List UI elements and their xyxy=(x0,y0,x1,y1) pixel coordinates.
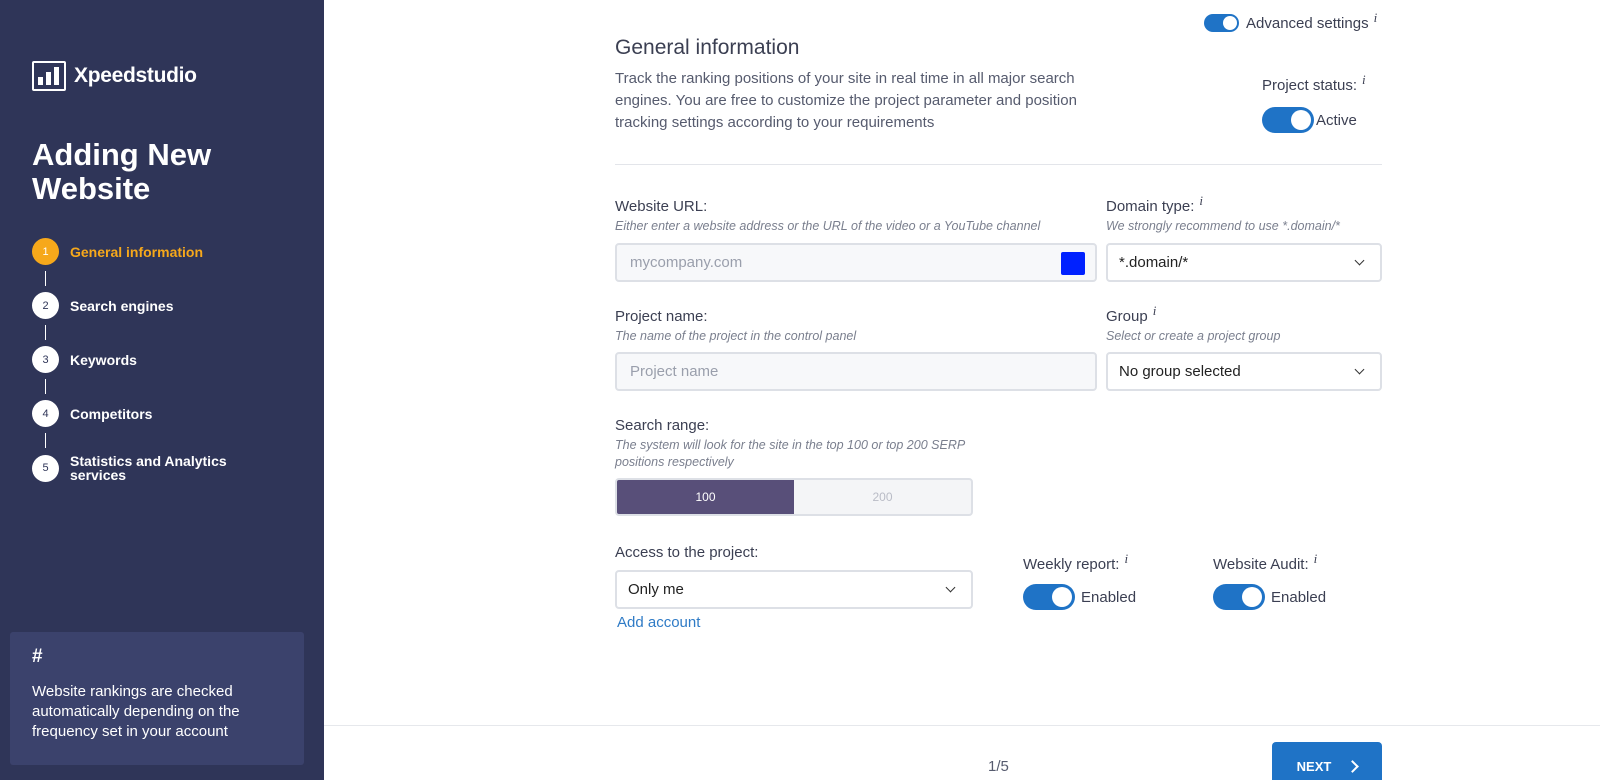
step-connector xyxy=(45,325,46,340)
advanced-settings-toggle[interactable]: Advanced settings i xyxy=(1204,10,1377,32)
next-button-label: NEXT xyxy=(1296,758,1332,774)
domain-type-label: Domain type: i xyxy=(1106,193,1203,215)
step-label: Keywords xyxy=(70,351,137,368)
step-connector xyxy=(45,379,46,394)
project-name-label-text: Project name: xyxy=(615,308,708,325)
step-connector xyxy=(45,433,46,448)
chevron-down-icon xyxy=(1354,255,1365,266)
step-number: 1 xyxy=(32,238,59,265)
weekly-report-label: Weekly report: i xyxy=(1023,551,1128,573)
section-description: Track the ranking positions of your site… xyxy=(615,70,1077,131)
project-status-toggle[interactable]: Active xyxy=(1262,107,1357,133)
website-audit-label-text: Website Audit: xyxy=(1213,556,1309,573)
add-account-link[interactable]: Add account xyxy=(617,614,700,631)
divider xyxy=(615,164,1382,165)
step-general-information[interactable]: 1 General information xyxy=(32,238,250,265)
step-search-engines[interactable]: 2 Search engines xyxy=(32,292,250,319)
advanced-settings-label: Advanced settings xyxy=(1246,14,1369,32)
section-title: General information xyxy=(615,36,800,59)
step-label: Statistics and Analytics services xyxy=(70,453,227,483)
website-url-input[interactable]: mycompany.com xyxy=(615,243,1097,282)
project-name-placeholder: Project name xyxy=(630,363,719,380)
step-statistics-analytics[interactable]: 5 Statistics and Analytics services xyxy=(32,454,250,482)
step-number: 5 xyxy=(32,454,59,482)
access-value: Only me xyxy=(628,581,684,598)
weekly-report-value: Enabled xyxy=(1081,588,1137,606)
chevron-down-icon xyxy=(945,582,956,593)
project-name-hint: The name of the project in the control p… xyxy=(615,329,857,343)
step-connector xyxy=(45,271,46,286)
project-status-text: Project status: xyxy=(1262,77,1358,94)
group-hint: Select or create a project group xyxy=(1106,329,1281,343)
project-status-label: Project status: i xyxy=(1262,72,1366,94)
footer-bar: 1/5 NEXT xyxy=(324,725,1600,780)
domain-type-hint: We strongly recommend to use *.domain/* xyxy=(1106,219,1340,233)
tip-text: Website rankings are checked automatical… xyxy=(32,683,240,740)
chevron-down-icon xyxy=(1354,364,1365,375)
info-icon[interactable]: i xyxy=(1199,193,1203,210)
group-select[interactable]: No group selected xyxy=(1106,352,1382,391)
next-button[interactable]: NEXT xyxy=(1272,742,1382,780)
website-audit-label: Website Audit: i xyxy=(1213,551,1317,573)
step-label: General information xyxy=(70,243,204,260)
toggle-switch[interactable] xyxy=(1213,584,1265,610)
website-url-label: Website URL: xyxy=(615,198,707,215)
website-url-hint: Either enter a website address or the UR… xyxy=(615,219,1041,233)
sidebar-title: Adding New Website xyxy=(32,137,212,206)
step-number: 2 xyxy=(32,292,59,319)
step-competitors[interactable]: 4 Competitors xyxy=(32,400,250,427)
hash-icon: # xyxy=(32,646,43,667)
step-label: Search engines xyxy=(70,297,174,314)
search-range-label-text: Search range: xyxy=(615,417,710,434)
page-indicator: 1/5 xyxy=(988,758,1009,775)
website-audit-toggle[interactable]: Enabled xyxy=(1213,584,1326,610)
domain-type-value: *.domain/* xyxy=(1119,254,1189,271)
domain-type-select[interactable]: *.domain/* xyxy=(1106,243,1382,282)
bar-chart-icon xyxy=(32,61,66,91)
weekly-report-toggle[interactable]: Enabled xyxy=(1023,584,1136,610)
logo: Xpeedstudio xyxy=(32,61,197,91)
sidebar: Xpeedstudio Adding New Website 1 General… xyxy=(0,0,324,780)
info-icon[interactable]: i xyxy=(1153,303,1157,320)
project-name-label: Project name: xyxy=(615,308,708,325)
access-label: Access to the project: xyxy=(615,544,758,561)
range-option-200[interactable]: 200 xyxy=(794,480,971,514)
step-number: 3 xyxy=(32,346,59,373)
toggle-switch[interactable] xyxy=(1204,14,1239,32)
range-option-100[interactable]: 100 xyxy=(617,480,794,514)
access-label-text: Access to the project: xyxy=(615,544,759,561)
domain-type-label-text: Domain type: xyxy=(1106,198,1195,215)
info-icon[interactable]: i xyxy=(1124,551,1128,568)
step-number: 4 xyxy=(32,400,59,427)
info-icon[interactable]: i xyxy=(1374,10,1378,26)
tip-box: # Website rankings are checked automatic… xyxy=(10,632,304,765)
website-audit-value: Enabled xyxy=(1271,588,1327,606)
access-select[interactable]: Only me xyxy=(615,570,973,609)
search-range-hint: The system will look for the site in the… xyxy=(615,438,965,469)
main-content: Advanced settings i General information … xyxy=(324,0,1600,780)
step-label: Competitors xyxy=(70,405,153,422)
website-url-label-text: Website URL: xyxy=(615,198,708,215)
step-keywords[interactable]: 3 Keywords xyxy=(32,346,250,373)
toggle-switch[interactable] xyxy=(1023,584,1075,610)
project-name-input[interactable]: Project name xyxy=(615,352,1097,391)
weekly-report-label-text: Weekly report: xyxy=(1023,556,1120,573)
chevron-right-icon xyxy=(1346,759,1360,773)
color-swatch[interactable] xyxy=(1061,252,1085,275)
website-url-placeholder: mycompany.com xyxy=(630,254,743,271)
group-value: No group selected xyxy=(1119,363,1241,380)
step-list: 1 General information 2 Search engines 3… xyxy=(32,238,250,482)
toggle-switch[interactable] xyxy=(1262,107,1314,133)
logo-text: Xpeedstudio xyxy=(74,64,197,87)
search-range-label: Search range: xyxy=(615,417,709,434)
group-label: Group i xyxy=(1106,303,1156,325)
info-icon[interactable]: i xyxy=(1362,72,1366,89)
info-icon[interactable]: i xyxy=(1314,551,1318,568)
group-label-text: Group xyxy=(1106,308,1148,325)
search-range-toggle: 100 200 xyxy=(615,478,973,516)
project-status-value: Active xyxy=(1316,111,1357,129)
